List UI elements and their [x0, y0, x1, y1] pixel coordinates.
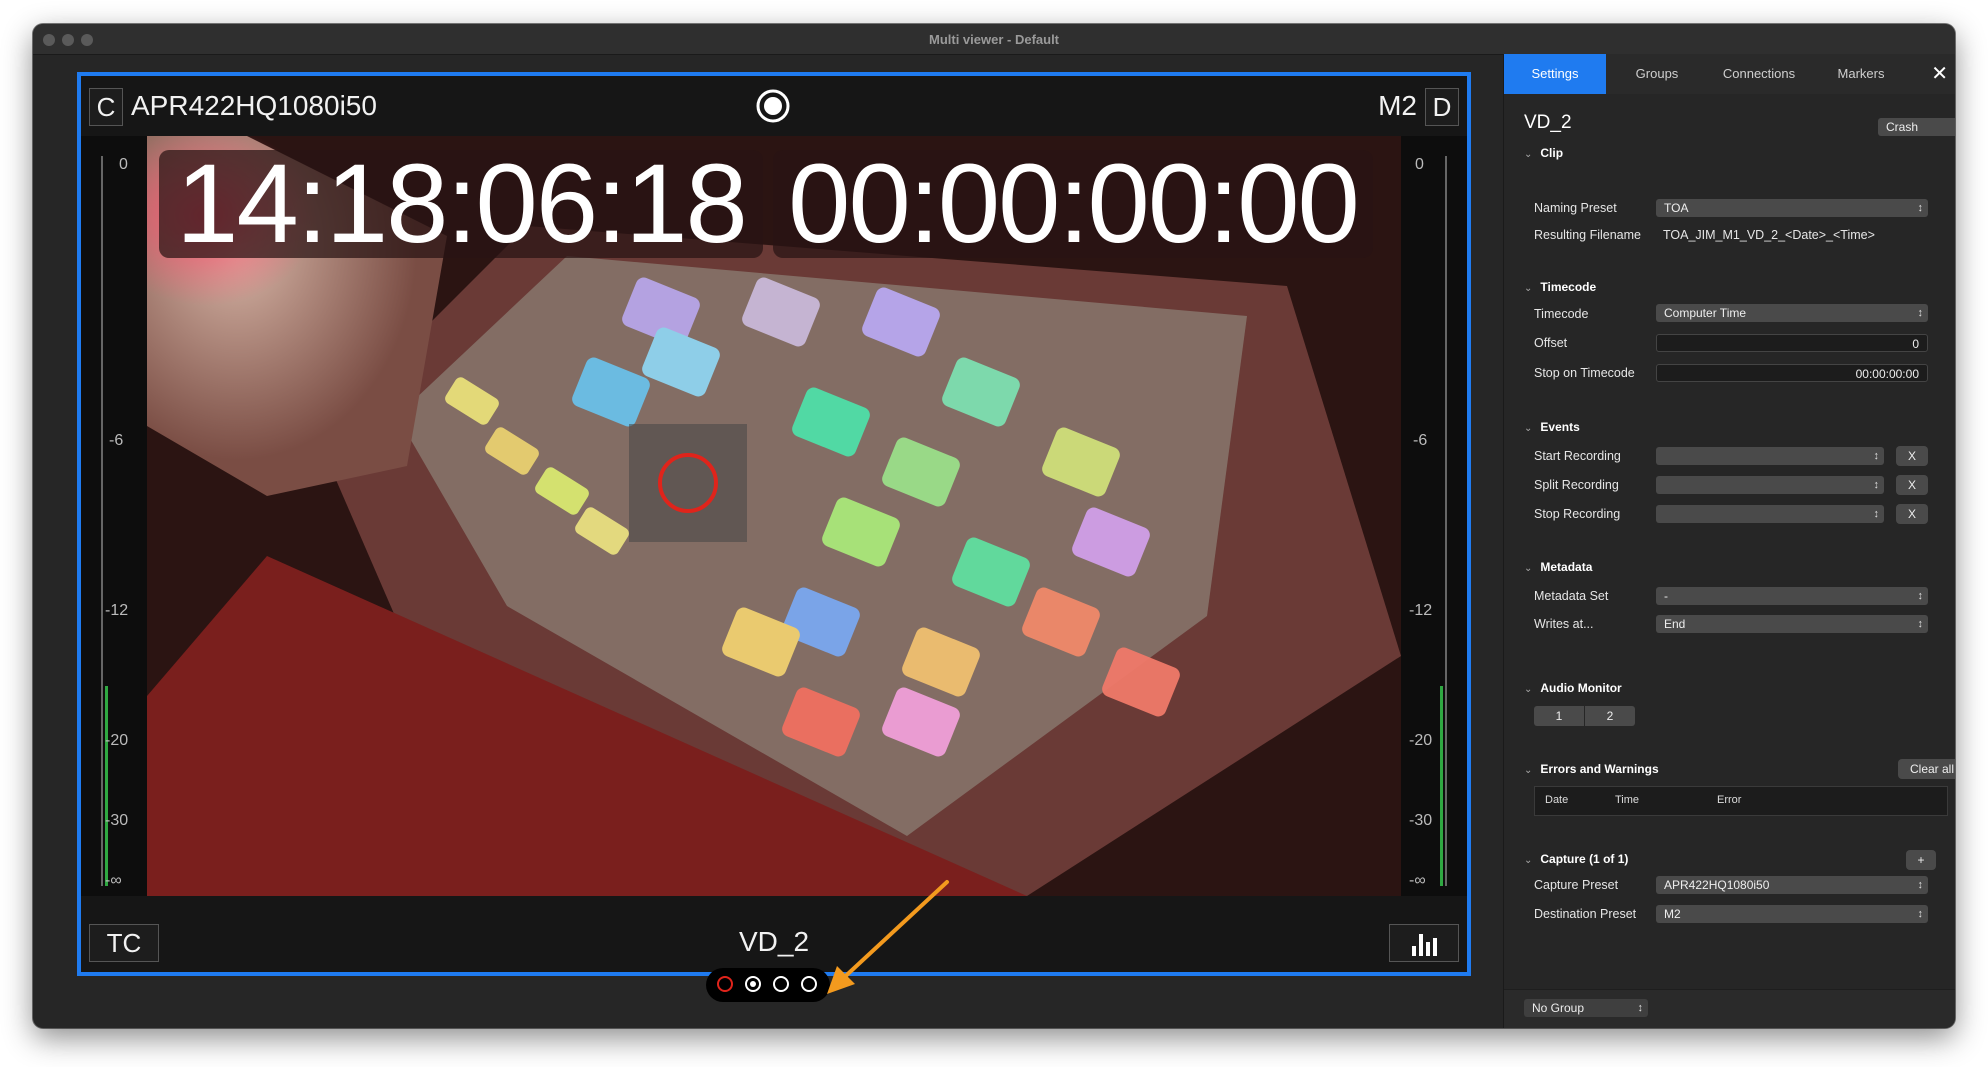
- resulting-filename-label: Resulting Filename: [1534, 228, 1641, 242]
- errors-col-date[interactable]: Date: [1545, 794, 1568, 806]
- chevron-down-icon: ⌄: [1524, 149, 1533, 160]
- errors-col-error[interactable]: Error: [1717, 794, 1741, 806]
- stop-recording-clear-button[interactable]: X: [1896, 504, 1928, 524]
- section-capture[interactable]: ⌄ Capture (1 of 1): [1524, 852, 1628, 866]
- tab-markers[interactable]: Markers: [1810, 54, 1912, 94]
- errors-table: Date Time Error: [1534, 786, 1948, 816]
- meter-tick: -12: [1409, 602, 1433, 619]
- page-dot-record[interactable]: [717, 976, 733, 992]
- close-icon[interactable]: ✕: [1931, 62, 1948, 86]
- channel-badge-c[interactable]: C: [89, 88, 123, 126]
- meter-tick: -∞: [105, 872, 122, 889]
- sidebar-tabs: Settings Groups Connections Markers ✕: [1504, 54, 1955, 94]
- mode-select[interactable]: Crash: [1878, 118, 1955, 136]
- start-recording-select[interactable]: [1656, 447, 1884, 465]
- meter-tick: -30: [105, 812, 129, 829]
- timecode-elapsed: 00:00:00:00: [773, 148, 1373, 260]
- group-select[interactable]: No Group: [1524, 999, 1648, 1017]
- chevron-down-icon: ⌄: [1524, 765, 1533, 776]
- tab-connections[interactable]: Connections: [1708, 54, 1810, 94]
- stop-on-timecode-label: Stop on Timecode: [1534, 366, 1635, 380]
- title-bar[interactable]: Multi viewer - Default: [33, 24, 1955, 55]
- writes-at-label: Writes at...: [1534, 617, 1594, 631]
- destination-preset-label: Destination Preset: [1534, 907, 1637, 921]
- naming-preset-label: Naming Preset: [1534, 201, 1617, 215]
- meter-tick: -20: [1409, 732, 1433, 749]
- section-events[interactable]: ⌄ Events: [1524, 420, 1580, 434]
- tab-groups[interactable]: Groups: [1606, 54, 1708, 94]
- section-clip[interactable]: ⌄ Clip: [1524, 146, 1563, 160]
- record-status-icon[interactable]: [755, 88, 791, 124]
- destination-label: M2: [1378, 90, 1417, 121]
- window-title: Multi viewer - Default: [928, 32, 1060, 47]
- settings-sidebar: Settings Groups Connections Markers ✕ VD…: [1503, 54, 1955, 1028]
- resulting-filename-value: TOA_JIM_M1_VD_2_<Date>_<Time>: [1663, 228, 1875, 242]
- viewer-bottom-bar: TC VD_2: [81, 914, 1467, 972]
- annotation-arrow: [827, 880, 949, 994]
- section-audio-monitor[interactable]: ⌄ Audio Monitor: [1524, 681, 1622, 695]
- meter-tick: -20: [105, 732, 129, 749]
- start-recording-label: Start Recording: [1534, 449, 1621, 463]
- timecode-label: Timecode: [1534, 307, 1589, 321]
- split-recording-clear-button[interactable]: X: [1896, 475, 1928, 495]
- chevron-down-icon: ⌄: [1524, 855, 1533, 866]
- add-capture-button[interactable]: +: [1906, 850, 1936, 870]
- offset-input[interactable]: 0: [1656, 334, 1928, 352]
- viewer-panel[interactable]: C APR422HQ1080i50 M2 D 0 -6 -12 -20 -30 …: [77, 72, 1471, 976]
- chevron-down-icon: ⌄: [1524, 283, 1533, 294]
- page-dot[interactable]: [773, 976, 789, 992]
- meter-tick: 0: [119, 156, 128, 173]
- audio-channel-2-button[interactable]: 2: [1585, 706, 1635, 726]
- multi-viewer-window: Multi viewer - Default C APR422HQ1080i50…: [33, 24, 1955, 1028]
- channel-badge-d[interactable]: D: [1425, 88, 1459, 126]
- destination-preset-select[interactable]: M2: [1656, 905, 1928, 923]
- metadata-set-label: Metadata Set: [1534, 589, 1609, 603]
- audio-meter-left: 0 -6 -12 -20 -30 -∞: [81, 136, 147, 896]
- chevron-down-icon: ⌄: [1524, 563, 1533, 574]
- page-indicator: [706, 968, 830, 1002]
- writes-at-select[interactable]: End: [1656, 615, 1928, 633]
- clear-all-button[interactable]: Clear all: [1898, 759, 1955, 779]
- meter-tick: -30: [1409, 812, 1433, 829]
- section-timecode[interactable]: ⌄ Timecode: [1524, 280, 1596, 294]
- channel-name: VD_2: [738, 926, 810, 957]
- section-metadata[interactable]: ⌄ Metadata: [1524, 560, 1592, 574]
- sidebar-title: VD_2: [1524, 112, 1572, 133]
- timecode-select[interactable]: Computer Time: [1656, 304, 1928, 322]
- split-recording-label: Split Recording: [1534, 478, 1619, 492]
- start-recording-clear-button[interactable]: X: [1896, 446, 1928, 466]
- tab-settings[interactable]: Settings: [1504, 54, 1606, 94]
- errors-col-time[interactable]: Time: [1615, 794, 1639, 806]
- chevron-down-icon: ⌄: [1524, 684, 1533, 695]
- audio-channel-1-button[interactable]: 1: [1534, 706, 1584, 726]
- meter-tick: -6: [109, 432, 124, 449]
- meter-tick: -6: [1413, 432, 1428, 449]
- stop-on-timecode-input[interactable]: 00:00:00:00: [1656, 364, 1928, 382]
- bar-chart-icon: [1412, 934, 1437, 956]
- page-dot[interactable]: [801, 976, 817, 992]
- timecode-clock: 14:18:06:18: [159, 148, 763, 260]
- audio-levels-button[interactable]: [1389, 924, 1459, 962]
- chevron-down-icon: ⌄: [1524, 423, 1533, 434]
- audio-meter-right: 0 -6 -12 -20 -30 -∞: [1401, 136, 1467, 896]
- section-errors-warnings[interactable]: ⌄ Errors and Warnings: [1524, 762, 1659, 776]
- sidebar-footer: No Group: [1504, 989, 1955, 1028]
- metadata-set-select[interactable]: -: [1656, 587, 1928, 605]
- meter-tick: 0: [1415, 156, 1424, 173]
- stop-recording-select[interactable]: [1656, 505, 1884, 523]
- stop-recording-label: Stop Recording: [1534, 507, 1621, 521]
- viewer-top-bar: C APR422HQ1080i50 M2 D: [81, 76, 1467, 136]
- capture-preset-label: Capture Preset: [1534, 878, 1619, 892]
- capture-preset-select[interactable]: APR422HQ1080i50: [1656, 876, 1928, 894]
- meter-tick: -∞: [1409, 872, 1426, 889]
- offset-label: Offset: [1534, 336, 1568, 350]
- meter-tick: -12: [105, 602, 129, 619]
- page-dot-active[interactable]: [745, 976, 761, 992]
- source-name: APR422HQ1080i50: [131, 90, 377, 121]
- split-recording-select[interactable]: [1656, 476, 1884, 494]
- naming-preset-select[interactable]: TOA: [1656, 199, 1928, 217]
